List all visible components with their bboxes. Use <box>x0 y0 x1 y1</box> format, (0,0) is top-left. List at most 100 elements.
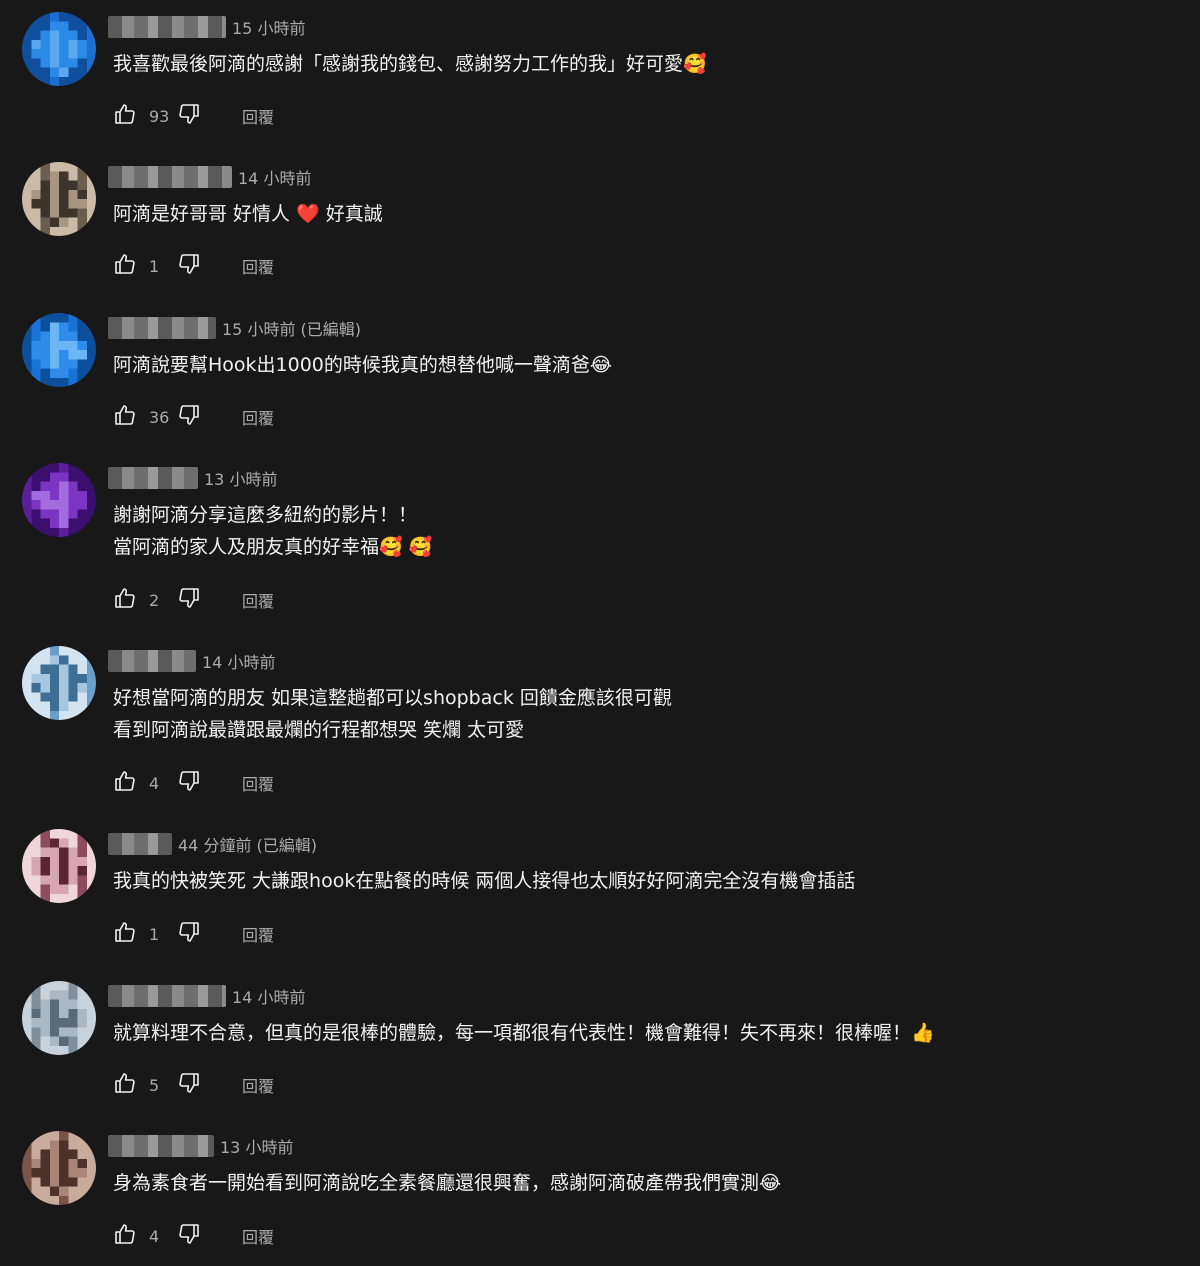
avatar[interactable] <box>22 829 96 903</box>
comment-actions: 4 回覆 <box>112 1222 274 1250</box>
comment-actions: 2 回覆 <box>112 586 274 614</box>
comment-header: 14 小時前 <box>108 646 275 676</box>
comment-text: 好想當阿滴的朋友 如果這整趟都可以shopback 回饋金應該很可觀 看到阿滴說最… <box>113 682 1173 746</box>
author-name-blurred[interactable] <box>108 317 216 339</box>
comment-text: 就算料理不合意，但真的是很棒的體驗，每一項都很有代表性！機會難得！失不再來！很棒… <box>113 1017 1173 1049</box>
like-button[interactable] <box>112 1072 138 1098</box>
comment-text-line: 謝謝阿滴分享這麼多紐約的影片！！ <box>113 504 418 526</box>
dislike-button[interactable] <box>176 404 202 430</box>
like-button[interactable] <box>112 1223 138 1249</box>
comment-header: 15 小時前 (已編輯) <box>108 313 361 343</box>
thumb-up-icon <box>113 1222 137 1250</box>
like-button[interactable] <box>112 921 138 947</box>
author-name-blurred[interactable] <box>108 985 226 1007</box>
thumb-down-icon <box>177 252 201 280</box>
reply-button[interactable]: 回覆 <box>242 1224 274 1248</box>
like-count: 4 <box>149 1226 160 1246</box>
reply-button[interactable]: 回覆 <box>242 405 274 429</box>
like-button[interactable] <box>112 253 138 279</box>
dislike-button[interactable] <box>176 1223 202 1249</box>
author-name-blurred[interactable] <box>108 467 198 489</box>
comment-text-line: 身為素食者一開始看到阿滴說吃全素餐廳還很興奮，感謝阿滴破產帶我們實測😂 <box>113 1172 782 1194</box>
comment-actions: 1 回覆 <box>112 252 274 280</box>
comment-text-line: 我喜歡最後阿滴的感謝「感謝我的錢包、感謝努力工作的我」好可愛🥰 <box>113 53 707 75</box>
comment-header: 14 小時前 <box>108 162 311 192</box>
comment-timestamp[interactable]: 13 小時前 <box>220 1134 293 1158</box>
thumb-up-icon <box>113 586 137 614</box>
reply-button[interactable]: 回覆 <box>242 104 274 128</box>
comment-text: 我喜歡最後阿滴的感謝「感謝我的錢包、感謝努力工作的我」好可愛🥰 <box>113 48 1173 80</box>
comment-timestamp[interactable]: 44 分鐘前 (已編輯) <box>178 832 317 856</box>
comment-text-line: 阿滴是好哥哥 好情人 ❤️ 好真誠 <box>113 203 383 225</box>
comment-text-line: 阿滴說要幫Hook出1000的時候我真的想替他喊一聲滴爸😂 <box>113 354 613 376</box>
reply-button[interactable]: 回覆 <box>242 254 274 278</box>
comment-text-line: 看到阿滴說最讚跟最爛的行程都想哭 笑爛 太可愛 <box>113 719 525 741</box>
avatar[interactable] <box>22 12 96 86</box>
author-name-blurred[interactable] <box>108 1135 214 1157</box>
comment-timestamp[interactable]: 14 小時前 <box>202 649 275 673</box>
comment-timestamp[interactable]: 13 小時前 <box>204 466 277 490</box>
thumb-down-icon <box>177 920 201 948</box>
comment-timestamp[interactable]: 15 小時前 <box>232 15 305 39</box>
thumb-down-icon <box>177 403 201 431</box>
comment-item: 15 小時前 (已編輯) 阿滴說要幫Hook出1000的時候我真的想替他喊一聲滴爸… <box>0 313 1200 433</box>
comment-header: 15 小時前 <box>108 12 305 42</box>
comment-header: 14 小時前 <box>108 981 305 1011</box>
comment-text: 身為素食者一開始看到阿滴說吃全素餐廳還很興奮，感謝阿滴破產帶我們實測😂 <box>113 1167 1173 1199</box>
like-count: 4 <box>149 773 160 793</box>
dislike-button[interactable] <box>176 253 202 279</box>
avatar[interactable] <box>22 162 96 236</box>
comment-text-line: 就算料理不合意，但真的是很棒的體驗，每一項都很有代表性！機會難得！失不再來！很棒… <box>113 1022 935 1044</box>
dislike-button[interactable] <box>176 1072 202 1098</box>
comment-text: 我真的快被笑死 大謙跟hook在點餐的時候 兩個人接得也太順好好阿滴完全沒有機會… <box>113 865 1173 897</box>
comment-actions: 93 回覆 <box>112 102 274 130</box>
dislike-button[interactable] <box>176 587 202 613</box>
like-button[interactable] <box>112 103 138 129</box>
comment-text-line: 當阿滴的家人及朋友真的好幸福🥰 🥰 <box>113 536 433 558</box>
thumb-up-icon <box>113 920 137 948</box>
author-name-blurred[interactable] <box>108 166 232 188</box>
like-count: 1 <box>149 256 160 276</box>
comment-actions: 5 回覆 <box>112 1071 274 1099</box>
like-button[interactable] <box>112 404 138 430</box>
comment-item: 14 小時前阿滴是好哥哥 好情人 ❤️ 好真誠 1 回覆 <box>0 162 1200 282</box>
thumb-up-icon <box>113 769 137 797</box>
like-button[interactable] <box>112 587 138 613</box>
comment-header: 13 小時前 <box>108 463 277 493</box>
thumb-down-icon <box>177 769 201 797</box>
reply-button[interactable]: 回覆 <box>242 588 274 612</box>
thumb-up-icon <box>113 403 137 431</box>
comment-text-line: 我真的快被笑死 大謙跟hook在點餐的時候 兩個人接得也太順好好阿滴完全沒有機會… <box>113 870 856 892</box>
comment-item: 14 小時前就算料理不合意，但真的是很棒的體驗，每一項都很有代表性！機會難得！失… <box>0 981 1200 1101</box>
dislike-button[interactable] <box>176 921 202 947</box>
comment-item: 44 分鐘前 (已編輯) 我真的快被笑死 大謙跟hook在點餐的時候 兩個人接得也… <box>0 829 1200 950</box>
comment-header: 44 分鐘前 (已編輯) <box>108 829 317 859</box>
comment-actions: 36 回覆 <box>112 403 274 431</box>
like-button[interactable] <box>112 770 138 796</box>
reply-button[interactable]: 回覆 <box>242 922 274 946</box>
author-name-blurred[interactable] <box>108 650 196 672</box>
reply-button[interactable]: 回覆 <box>242 771 274 795</box>
comment-header: 13 小時前 <box>108 1131 293 1161</box>
author-name-blurred[interactable] <box>108 16 226 38</box>
comment-item: 13 小時前謝謝阿滴分享這麼多紐約的影片！！ 當阿滴的家人及朋友真的好幸福🥰 🥰 2… <box>0 463 1200 616</box>
comment-item: 14 小時前好想當阿滴的朋友 如果這整趟都可以shopback 回饋金應該很可觀… <box>0 646 1200 799</box>
comment-timestamp[interactable]: 14 小時前 <box>232 984 305 1008</box>
comment-text: 阿滴是好哥哥 好情人 ❤️ 好真誠 <box>113 198 1173 230</box>
avatar[interactable] <box>22 1131 96 1205</box>
thumb-down-icon <box>177 102 201 130</box>
avatar[interactable] <box>22 981 96 1055</box>
dislike-button[interactable] <box>176 103 202 129</box>
comment-timestamp[interactable]: 14 小時前 <box>238 165 311 189</box>
like-count: 93 <box>149 106 170 126</box>
author-name-blurred[interactable] <box>108 833 172 855</box>
thumb-down-icon <box>177 1071 201 1099</box>
avatar[interactable] <box>22 313 96 387</box>
avatar[interactable] <box>22 646 96 720</box>
comment-timestamp[interactable]: 15 小時前 (已編輯) <box>222 316 361 340</box>
comment-actions: 4 回覆 <box>112 769 274 797</box>
reply-button[interactable]: 回覆 <box>242 1073 274 1097</box>
thumb-up-icon <box>113 252 137 280</box>
dislike-button[interactable] <box>176 770 202 796</box>
avatar[interactable] <box>22 463 96 537</box>
